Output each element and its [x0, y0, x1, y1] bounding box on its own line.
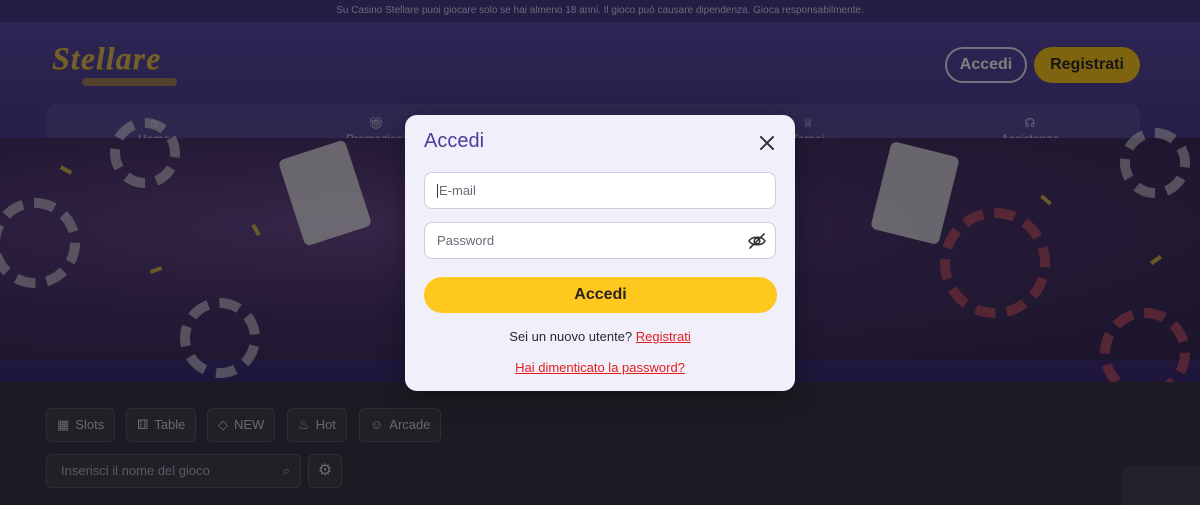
password-placeholder: Password [437, 233, 495, 248]
forgot-password-row: Hai dimenticato la password? [405, 360, 795, 375]
email-placeholder: E-mail [439, 183, 476, 198]
email-field[interactable]: E-mail [424, 172, 776, 209]
casino-page: Su Casino Stellare puoi giocare solo se … [0, 0, 1200, 505]
modal-title: Accedi [424, 130, 485, 152]
password-field[interactable]: Password [424, 222, 776, 259]
new-user-prompt: Sei un nuovo utente? Registrati [405, 329, 795, 344]
register-link[interactable]: Registrati [636, 329, 691, 344]
login-submit-button[interactable]: Accedi [424, 277, 777, 313]
close-icon[interactable] [757, 133, 777, 153]
text-caret [437, 183, 438, 198]
new-user-text: Sei un nuovo utente? [509, 329, 633, 344]
eye-off-icon[interactable] [747, 231, 767, 251]
login-modal: Accedi E-mail Password Accedi Sei un nuo… [405, 115, 795, 391]
forgot-password-link[interactable]: Hai dimenticato la password? [515, 360, 685, 375]
